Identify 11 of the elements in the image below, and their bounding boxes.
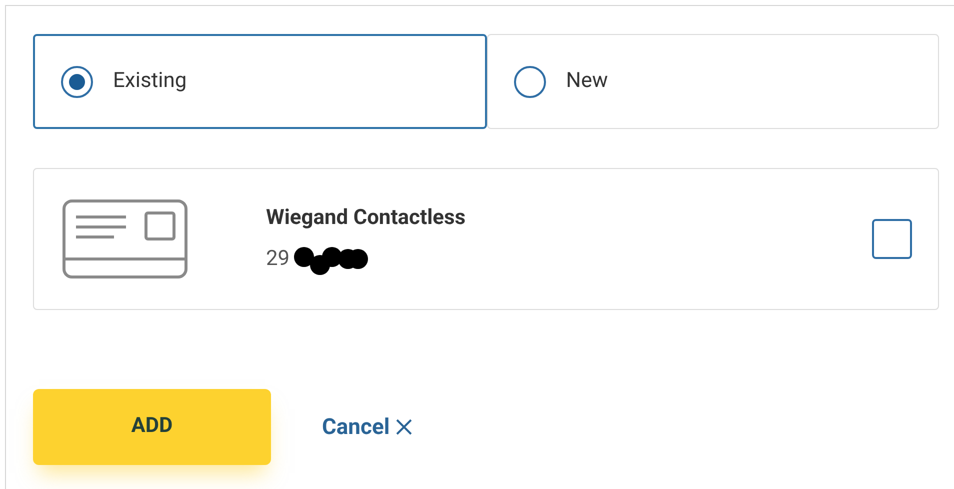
card-number: 29 bbox=[266, 246, 290, 273]
card-title: Wiegand Contactless bbox=[266, 204, 466, 232]
card-icon bbox=[62, 199, 188, 279]
checkbox[interactable] bbox=[872, 219, 912, 259]
radio-option[interactable]: New bbox=[487, 34, 939, 129]
radio-icon bbox=[514, 66, 546, 98]
radio-option[interactable]: Existing bbox=[33, 34, 487, 129]
add-button[interactable]: ADD bbox=[33, 389, 271, 465]
cancel-button[interactable]: Cancel bbox=[322, 410, 414, 444]
close-icon bbox=[394, 417, 414, 437]
radio-icon bbox=[61, 66, 93, 98]
